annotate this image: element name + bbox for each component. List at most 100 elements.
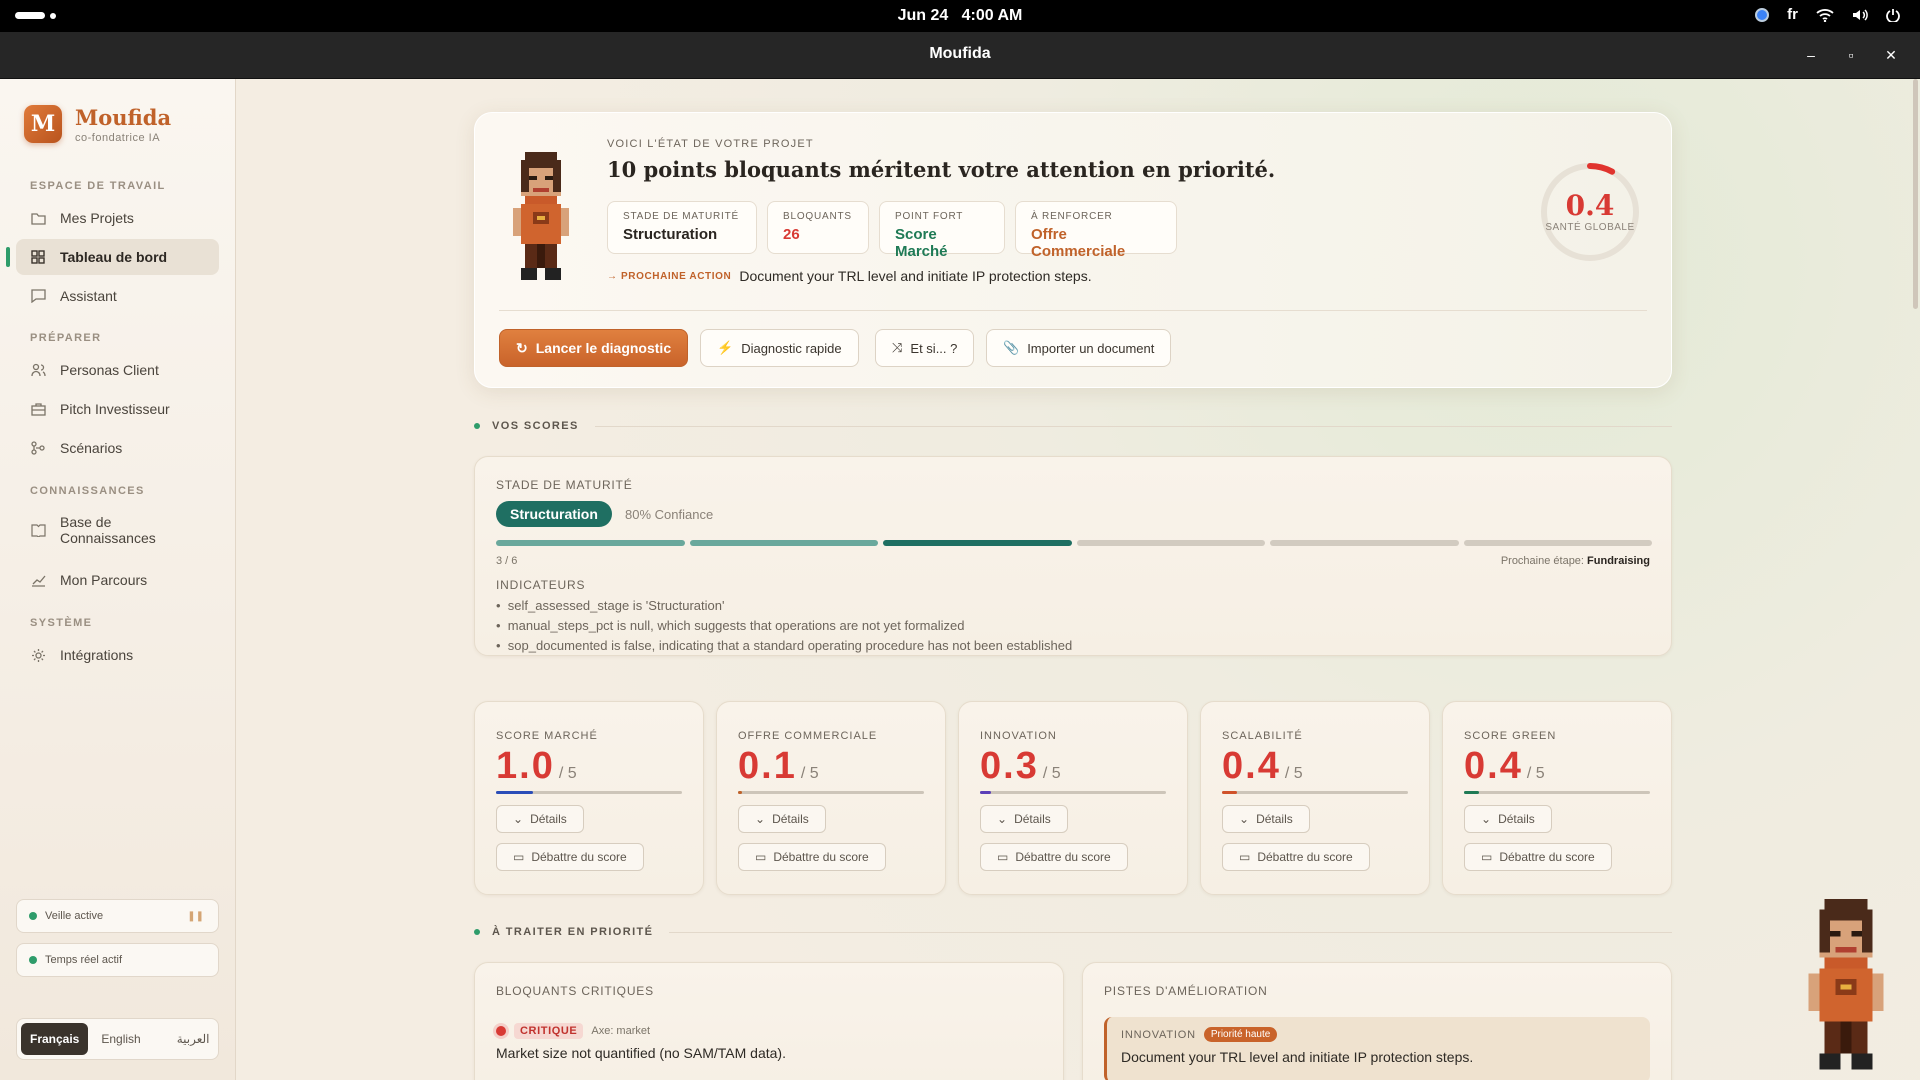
sidebar-item-scenarios[interactable]: Scénarios <box>16 430 219 466</box>
sidebar-item-label: Mes Projets <box>60 210 134 226</box>
indicator-item: • sop_documented is false, indicating th… <box>496 638 1073 653</box>
button-label: Et si... ? <box>910 340 958 356</box>
improvement-axis: INNOVATION <box>1121 1028 1196 1041</box>
chip-blockers: BLOQUANTS 26 <box>767 201 869 254</box>
chip-strength: POINT FORT Score Marché <box>879 201 1005 260</box>
maturity-segment <box>1076 540 1265 546</box>
next-stage-label: Prochaine étape: <box>1500 555 1584 567</box>
sidebar-item-label: Assistant <box>60 288 117 304</box>
sidebar-item-label: Scénarios <box>60 440 123 456</box>
bolt-icon: ⚡ <box>717 340 734 355</box>
brand-subtitle: co-fondatrice IA <box>75 132 161 144</box>
score-fill <box>980 791 992 794</box>
wifi-icon[interactable] <box>1816 8 1834 22</box>
sidebar-item-projects[interactable]: Mes Projets <box>16 200 219 236</box>
chat-icon: ▭ <box>513 850 525 864</box>
details-button[interactable]: ⌄ Détails <box>980 805 1068 833</box>
sidebar-item-dashboard[interactable]: Tableau de bord <box>16 239 219 275</box>
next-stage-value: Fundraising <box>1587 555 1650 567</box>
debate-score-button[interactable]: ▭ Débattre du score <box>496 843 644 871</box>
divider <box>499 310 1647 311</box>
score-card-offer: OFFRE COMMERCIALE 0.1/ 5 ⌄ Détails ▭ Débat… <box>716 701 946 895</box>
sidebar-item-journey[interactable]: Mon Parcours <box>16 562 219 598</box>
summary-kicker: VOICI L'ÉTAT DE VOTRE PROJET <box>607 138 814 150</box>
improvement-item[interactable]: INNOVATION Priorité haute Document your … <box>1104 1017 1650 1080</box>
improvements-card: PISTES D'AMÉLIORATION INNOVATION Priorit… <box>1082 962 1672 1080</box>
import-document-button[interactable]: 📎 Importer un document <box>986 329 1172 367</box>
briefcase-icon <box>30 401 46 417</box>
next-action-label: → PROCHAINE ACTION <box>607 270 732 282</box>
close-button[interactable]: ✕ <box>1876 42 1906 68</box>
mascot-character-icon[interactable] <box>1798 899 1894 1075</box>
chip-value: 26 <box>783 226 800 243</box>
volume-icon[interactable] <box>1852 8 1868 22</box>
maximize-button[interactable]: ▫ <box>1836 42 1866 68</box>
score-card-green: SCORE GREEN 0.4/ 5 ⌄ Détails ▭ Débattre du… <box>1442 701 1672 895</box>
input-language[interactable]: fr <box>1787 6 1798 23</box>
maturity-segment <box>1270 540 1459 546</box>
watch-status[interactable]: Veille active ❚❚ <box>16 899 219 933</box>
avatar-character-icon <box>513 152 569 280</box>
score-label: INNOVATION <box>980 730 1057 742</box>
quick-diagnostic-button[interactable]: ⚡ Diagnostic rapide <box>700 329 859 367</box>
button-label: Diagnostic rapide <box>741 340 842 356</box>
sidebar-item-label: Tableau de bord <box>60 249 168 265</box>
system-clock[interactable]: Jun 24 4:00 AM <box>0 7 1920 25</box>
score-fill <box>738 791 742 794</box>
improvement-text: Document your TRL level and initiate IP … <box>1121 1049 1474 1065</box>
score-track <box>980 791 1166 794</box>
section-scores-header: VOS SCORES <box>474 420 1672 432</box>
blocker-item[interactable]: CRITIQUE Axe: market <box>496 1023 650 1039</box>
score-value: 0.3/ 5 <box>980 745 1061 787</box>
refresh-icon: ↻ <box>516 339 528 356</box>
score-track <box>1222 791 1408 794</box>
what-if-button[interactable]: ⤨ Et si... ? <box>875 329 975 367</box>
app-logo[interactable]: M <box>24 105 62 143</box>
health-gauge-label: SANTÉ GLOBALE <box>1545 222 1635 233</box>
sidebar-item-assistant[interactable]: Assistant <box>16 278 219 314</box>
lang-fr[interactable]: Français <box>21 1023 89 1055</box>
chip-weakness: À RENFORCER Offre Commerciale <box>1015 201 1177 260</box>
chevron-down-icon: ⌄ <box>1481 812 1492 826</box>
run-diagnostic-button[interactable]: ↻ Lancer le diagnostic <box>499 329 689 367</box>
language-switcher: Français English العربية <box>16 1018 219 1060</box>
lang-ar[interactable]: العربية <box>168 1023 219 1055</box>
sidebar-item-personas[interactable]: Personas Client <box>16 352 219 388</box>
button-label: Importer un document <box>1027 340 1155 356</box>
section-line <box>669 931 1672 933</box>
details-button[interactable]: ⌄ Détails <box>1222 805 1310 833</box>
debate-score-button[interactable]: ▭ Débattre du score <box>1222 843 1370 871</box>
score-value: 0.4/ 5 <box>1464 745 1545 787</box>
main-content: VOICI L'ÉTAT DE VOTRE PROJET 10 points b… <box>236 79 1920 1080</box>
chat-icon <box>30 288 46 304</box>
section-knowledge: CONNAISSANCES <box>30 485 145 497</box>
pause-icon[interactable]: ❚❚ <box>187 911 204 922</box>
lang-en[interactable]: English <box>92 1023 149 1055</box>
power-icon[interactable] <box>1886 8 1900 22</box>
debate-score-button[interactable]: ▭ Débattre du score <box>980 843 1128 871</box>
chevron-down-icon: ⌄ <box>513 812 524 826</box>
scrollbar[interactable] <box>1913 79 1918 309</box>
details-button[interactable]: ⌄ Détails <box>1464 805 1552 833</box>
debate-score-button[interactable]: ▭ Débattre du score <box>738 843 886 871</box>
next-action: → PROCHAINE ACTION Document your TRL lev… <box>607 268 1092 284</box>
sidebar-item-integrations[interactable]: Intégrations <box>16 637 219 673</box>
sidebar-item-pitch[interactable]: Pitch Investisseur <box>16 391 219 427</box>
score-label: SCORE GREEN <box>1464 730 1557 742</box>
maturity-segment <box>1463 540 1652 546</box>
accessibility-icon[interactable] <box>1755 7 1770 22</box>
score-card-innovation: INNOVATION 0.3/ 5 ⌄ Détails ▭ Débattre du … <box>958 701 1188 895</box>
minimize-button[interactable]: – <box>1796 42 1826 68</box>
details-button[interactable]: ⌄ Détails <box>738 805 826 833</box>
critical-blockers-card: BLOQUANTS CRITIQUES CRITIQUE Axe: market… <box>474 962 1064 1080</box>
sidebar-item-knowledge-base[interactable]: Base de Connaissances <box>16 504 219 556</box>
maturity-segment <box>689 540 878 546</box>
next-stage: Prochaine étape: Fundraising <box>1501 555 1650 567</box>
details-button[interactable]: ⌄ Détails <box>496 805 584 833</box>
score-value: 1.0/ 5 <box>496 745 577 787</box>
chip-label: STADE DE MATURITÉ <box>623 211 740 222</box>
window-title-bar: Moufida – ▫ ✕ <box>0 32 1920 79</box>
watch-status-label: Veille active <box>45 910 104 922</box>
chevron-down-icon: ⌄ <box>755 812 766 826</box>
debate-score-button[interactable]: ▭ Débattre du score <box>1464 843 1612 871</box>
